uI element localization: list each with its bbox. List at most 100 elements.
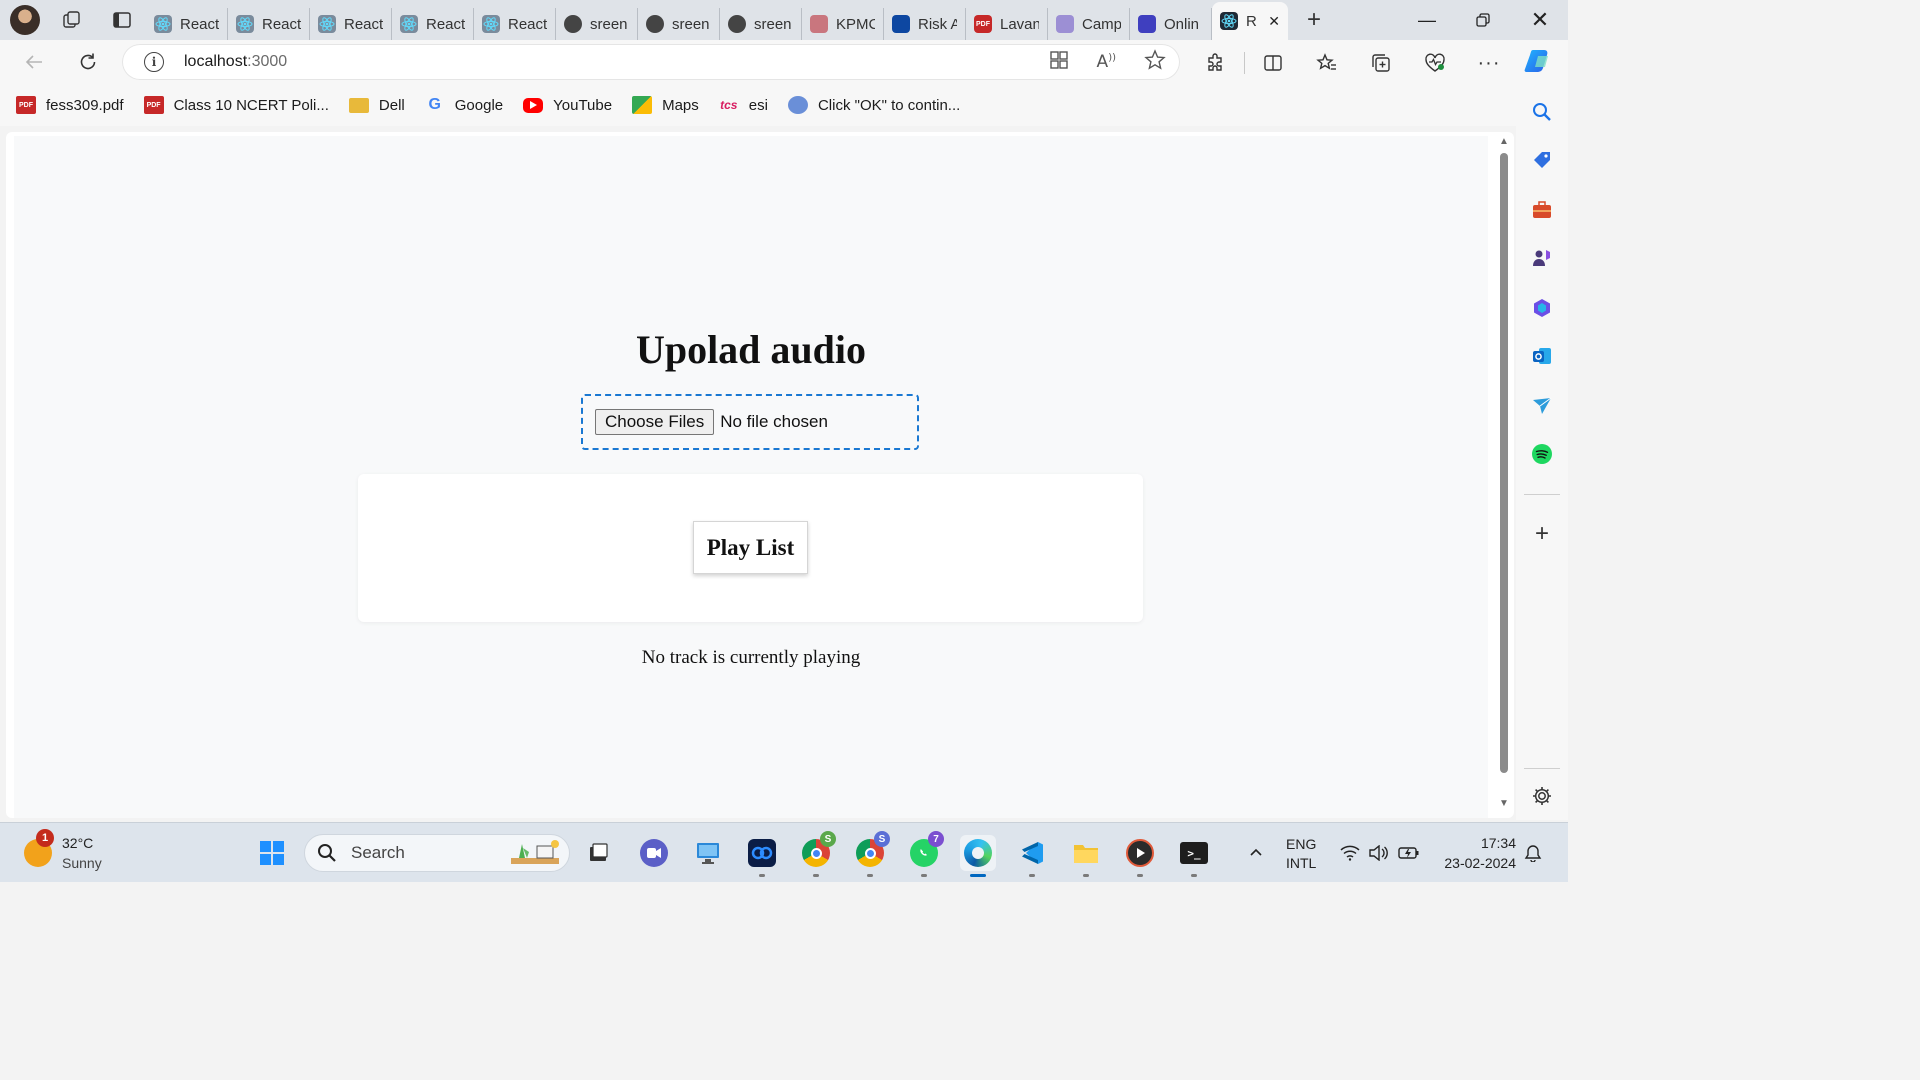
read-aloud-icon[interactable]: A)) bbox=[1097, 52, 1116, 72]
tab-actions-icon[interactable] bbox=[104, 4, 140, 36]
browser-tab[interactable]: Onlin bbox=[1130, 8, 1212, 40]
browser-tab[interactable]: React bbox=[392, 8, 474, 40]
wifi-icon[interactable] bbox=[1340, 823, 1360, 883]
react-icon bbox=[236, 15, 254, 33]
browser-tab[interactable]: Camp bbox=[1048, 8, 1130, 40]
browser-tab[interactable]: React bbox=[474, 8, 556, 40]
address-bar[interactable]: i localhost:3000 A)) bbox=[122, 44, 1180, 80]
new-tab-button[interactable]: + bbox=[1296, 4, 1332, 36]
volume-icon[interactable] bbox=[1368, 823, 1388, 883]
copilot-icon[interactable] bbox=[1524, 46, 1554, 76]
workspaces-icon[interactable] bbox=[54, 4, 90, 36]
battery-icon[interactable] bbox=[1398, 823, 1420, 883]
profile-badge: S bbox=[874, 831, 890, 847]
spotify-icon[interactable] bbox=[1530, 442, 1554, 466]
bookmark-item[interactable]: Click "OK" to contin... bbox=[787, 96, 960, 114]
url-port: :3000 bbox=[247, 53, 288, 70]
minimize-button[interactable]: — bbox=[1399, 0, 1455, 40]
system-clock[interactable]: 17:34 23-02-2024 bbox=[1434, 833, 1516, 873]
google-icon: G bbox=[428, 96, 441, 113]
bookmark-item[interactable]: tcs esi bbox=[719, 96, 768, 114]
tab-label: Risk A bbox=[918, 15, 957, 33]
tab-label: KPMC bbox=[836, 15, 875, 33]
browser-tab[interactable]: PDF Lavan bbox=[966, 8, 1048, 40]
file-explorer-icon[interactable] bbox=[1068, 835, 1104, 877]
start-button[interactable] bbox=[254, 835, 290, 871]
outlook-icon[interactable] bbox=[1530, 344, 1554, 368]
favorite-star-icon[interactable] bbox=[1144, 48, 1166, 76]
terminal-icon[interactable]: >_ bbox=[1176, 835, 1212, 877]
browser-tab[interactable]: KPMC bbox=[802, 8, 884, 40]
language-indicator[interactable]: ENG INTL bbox=[1286, 835, 1316, 873]
audio-upload-dropzone[interactable]: Choose Files No file chosen bbox=[581, 394, 919, 450]
task-view-icon[interactable] bbox=[580, 835, 616, 871]
more-options-icon[interactable]: ··· bbox=[1474, 48, 1504, 78]
refresh-button[interactable] bbox=[68, 42, 108, 82]
file-input-status: No file chosen bbox=[720, 412, 828, 431]
apps-icon[interactable] bbox=[1049, 50, 1069, 75]
browser-tab[interactable]: sreen bbox=[720, 8, 802, 40]
edge-sidebar: + bbox=[1516, 84, 1568, 820]
back-button[interactable] bbox=[14, 42, 54, 82]
browser-tab[interactable]: R ✕ bbox=[1212, 2, 1288, 40]
browser-tab[interactable]: React bbox=[146, 8, 228, 40]
tab-label: Lavan bbox=[1000, 15, 1039, 33]
send-icon[interactable] bbox=[1530, 394, 1554, 418]
show-hidden-icons[interactable] bbox=[1248, 823, 1264, 883]
restore-button[interactable] bbox=[1455, 0, 1511, 40]
whatsapp-icon[interactable]: 7 bbox=[906, 831, 944, 877]
split-screen-icon[interactable] bbox=[1258, 48, 1288, 78]
edge-browser-icon[interactable] bbox=[960, 835, 996, 877]
media-player-icon[interactable] bbox=[1122, 835, 1158, 877]
scroll-up-arrow[interactable]: ▲ bbox=[1498, 136, 1510, 147]
tools-briefcase-icon[interactable] bbox=[1530, 198, 1554, 222]
bookmark-item[interactable]: G Google bbox=[425, 96, 504, 114]
extensions-icon[interactable] bbox=[1200, 48, 1230, 78]
chrome-profile-1-icon[interactable]: S bbox=[798, 831, 836, 877]
browser-tab[interactable]: React bbox=[228, 8, 310, 40]
collections-icon[interactable] bbox=[1366, 48, 1396, 78]
bookmark-item[interactable]: YouTube bbox=[523, 97, 612, 114]
vscode-icon[interactable] bbox=[1014, 835, 1050, 877]
bookmark-item[interactable]: Maps bbox=[632, 96, 699, 114]
scrollbar-thumb[interactable] bbox=[1500, 153, 1508, 773]
scroll-down-arrow[interactable]: ▼ bbox=[1498, 798, 1510, 809]
tab-label: React bbox=[508, 15, 547, 33]
play-list-button[interactable]: Play List bbox=[693, 521, 808, 574]
tab-label: React bbox=[344, 15, 383, 33]
teams-chat-icon[interactable] bbox=[636, 835, 672, 871]
url-text[interactable]: localhost:3000 bbox=[184, 53, 287, 71]
bookmark-item[interactable]: PDF fess309.pdf bbox=[16, 96, 124, 114]
site-info-icon[interactable]: i bbox=[144, 52, 164, 72]
keyboard-layout: INTL bbox=[1286, 855, 1317, 871]
favorites-icon[interactable] bbox=[1312, 48, 1342, 78]
weather-widget[interactable]: 1 32°C Sunny bbox=[24, 829, 102, 873]
page-viewport: Upolad audio Choose Files No file chosen… bbox=[6, 132, 1514, 818]
close-tab-icon[interactable]: ✕ bbox=[1268, 13, 1280, 30]
bookmark-item[interactable]: Dell bbox=[348, 97, 405, 114]
notifications-bell-icon[interactable] bbox=[1524, 823, 1542, 883]
games-icon[interactable] bbox=[1530, 246, 1554, 270]
sidebar-settings-icon[interactable] bbox=[1530, 784, 1554, 808]
now-playing-status: No track is currently playing bbox=[641, 647, 861, 668]
add-sidebar-app-icon[interactable]: + bbox=[1530, 520, 1554, 547]
browser-tab[interactable]: sreen bbox=[556, 8, 638, 40]
pdf-icon: PDF bbox=[16, 96, 36, 114]
site-icon bbox=[787, 96, 808, 114]
shopping-tag-icon[interactable] bbox=[1530, 148, 1554, 172]
browser-tab[interactable]: sreen bbox=[638, 8, 720, 40]
chrome-profile-2-icon[interactable]: S bbox=[852, 831, 890, 877]
search-icon[interactable] bbox=[1530, 100, 1554, 124]
microsoft-365-icon[interactable] bbox=[1530, 296, 1554, 320]
taskbar-search-box[interactable]: Search bbox=[304, 834, 570, 872]
profile-avatar[interactable] bbox=[10, 5, 40, 35]
zoom-app-icon[interactable] bbox=[744, 835, 780, 877]
choose-files-button[interactable]: Choose Files bbox=[595, 409, 715, 435]
bookmark-label: Class 10 NCERT Poli... bbox=[173, 96, 329, 114]
close-window-button[interactable]: ✕ bbox=[1512, 0, 1568, 40]
bookmark-item[interactable]: PDF Class 10 NCERT Poli... bbox=[143, 96, 329, 114]
remote-desktop-icon[interactable] bbox=[690, 835, 726, 871]
browser-tab[interactable]: Risk A bbox=[884, 8, 966, 40]
browser-tab[interactable]: React bbox=[310, 8, 392, 40]
browser-essentials-icon[interactable] bbox=[1420, 48, 1450, 78]
